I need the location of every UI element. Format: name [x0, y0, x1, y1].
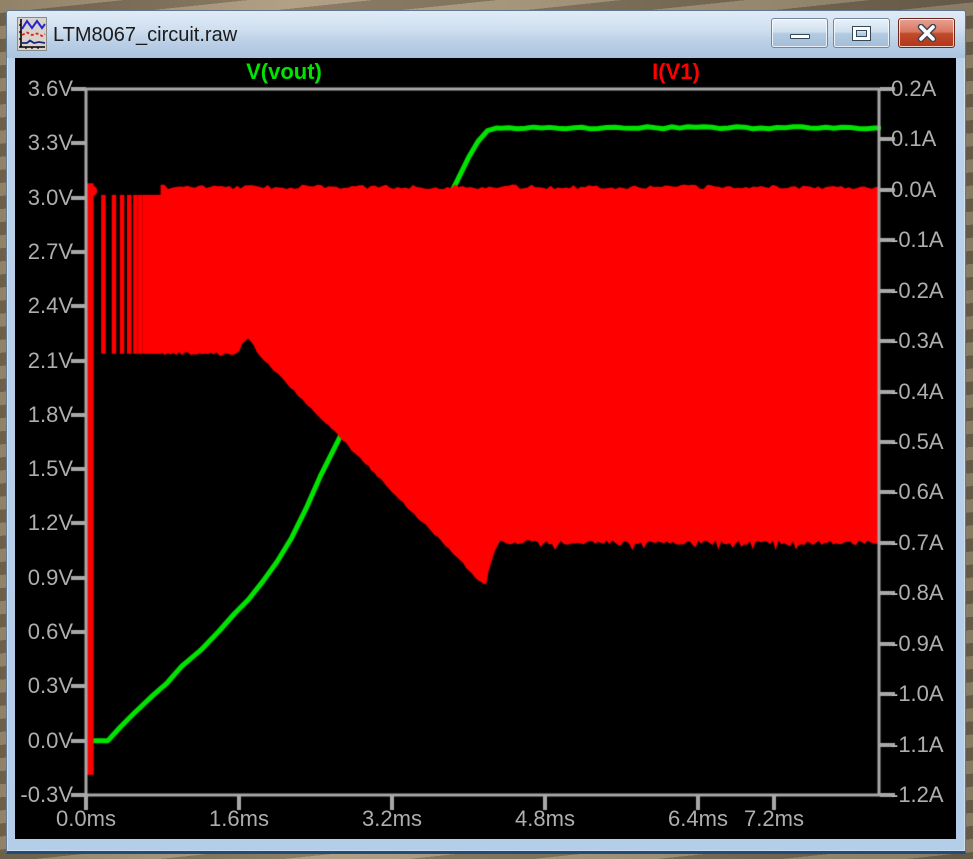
y-right-tick-label: -0.1A	[891, 227, 944, 252]
y-left-tick-label: -0.3V	[20, 782, 73, 807]
y-right-tick-label: -0.4A	[891, 379, 944, 404]
desktop: { "window": { "title": "LTM8067_circuit.…	[0, 0, 973, 859]
y-left-tick-label: 3.3V	[27, 130, 73, 155]
x-tick-label: 1.6ms	[209, 806, 269, 831]
y-left-tick-label: 1.2V	[27, 510, 73, 535]
close-button[interactable]	[898, 18, 955, 48]
y-right-tick-label: -1.0A	[891, 681, 944, 706]
minimize-icon	[789, 33, 810, 39]
trace-label-iv1[interactable]: I(V1)	[606, 59, 746, 85]
x-tick-label: 3.2ms	[362, 806, 422, 831]
y-left-tick-label: 1.5V	[27, 456, 73, 481]
trace-label-vout[interactable]: V(vout)	[214, 59, 354, 85]
close-icon	[917, 24, 936, 42]
minimize-button[interactable]	[771, 18, 828, 48]
maximize-button[interactable]	[833, 18, 890, 48]
y-right-tick-label: -0.3A	[891, 328, 944, 353]
y-right-tick-label: -1.2A	[891, 782, 944, 807]
y-left-tick-label: 2.7V	[27, 239, 73, 264]
y-right-tick-label: -0.2A	[891, 278, 944, 303]
y-left-tick-label: 3.6V	[27, 76, 73, 101]
title-bar[interactable]: LTM8067_circuit.raw	[7, 11, 965, 58]
waveform-plot-icon	[17, 17, 47, 51]
y-right-tick-label: 0.2A	[891, 76, 937, 101]
y-left-tick-label: 2.4V	[27, 293, 73, 318]
y-left-tick-label: 0.0V	[27, 728, 73, 753]
x-tick-label: 7.2ms	[744, 806, 804, 831]
waveform-canvas[interactable]	[15, 58, 956, 839]
y-left-tick-label: 1.8V	[27, 402, 73, 427]
y-left-tick-label: 0.3V	[27, 673, 73, 698]
y-left-tick-label: 3.0V	[27, 185, 73, 210]
y-right-tick-label: -0.7A	[891, 530, 944, 555]
maximize-icon	[853, 26, 870, 40]
y-right-tick-label: -0.9A	[891, 631, 944, 656]
y-right-tick-label: -1.1A	[891, 732, 944, 757]
y-left-tick-label: 0.6V	[27, 619, 73, 644]
y-right-tick-label: 0.1A	[891, 126, 937, 151]
plot-client-area[interactable]: V(vout) I(V1) 3.6V 3.3V 3.0V 2.7V 2.4V 2.1V 1.…	[15, 58, 956, 839]
x-tick-label: 4.8ms	[515, 806, 575, 831]
y-right-tick-label: -0.6A	[891, 479, 944, 504]
y-left-tick-label: 2.1V	[27, 348, 73, 373]
y-right-tick-label: -0.8A	[891, 580, 944, 605]
y-left-tick-label: 0.9V	[27, 565, 73, 590]
waveform-viewer-window: LTM8067_circuit.raw V(vout) I(V1) 3.6V 3.…	[6, 10, 966, 854]
x-tick-label: 0.0ms	[56, 806, 116, 831]
window-title: LTM8067_circuit.raw	[53, 24, 238, 46]
y-right-tick-label: -0.5A	[891, 429, 944, 454]
y-right-tick-label: 0.0A	[891, 177, 937, 202]
